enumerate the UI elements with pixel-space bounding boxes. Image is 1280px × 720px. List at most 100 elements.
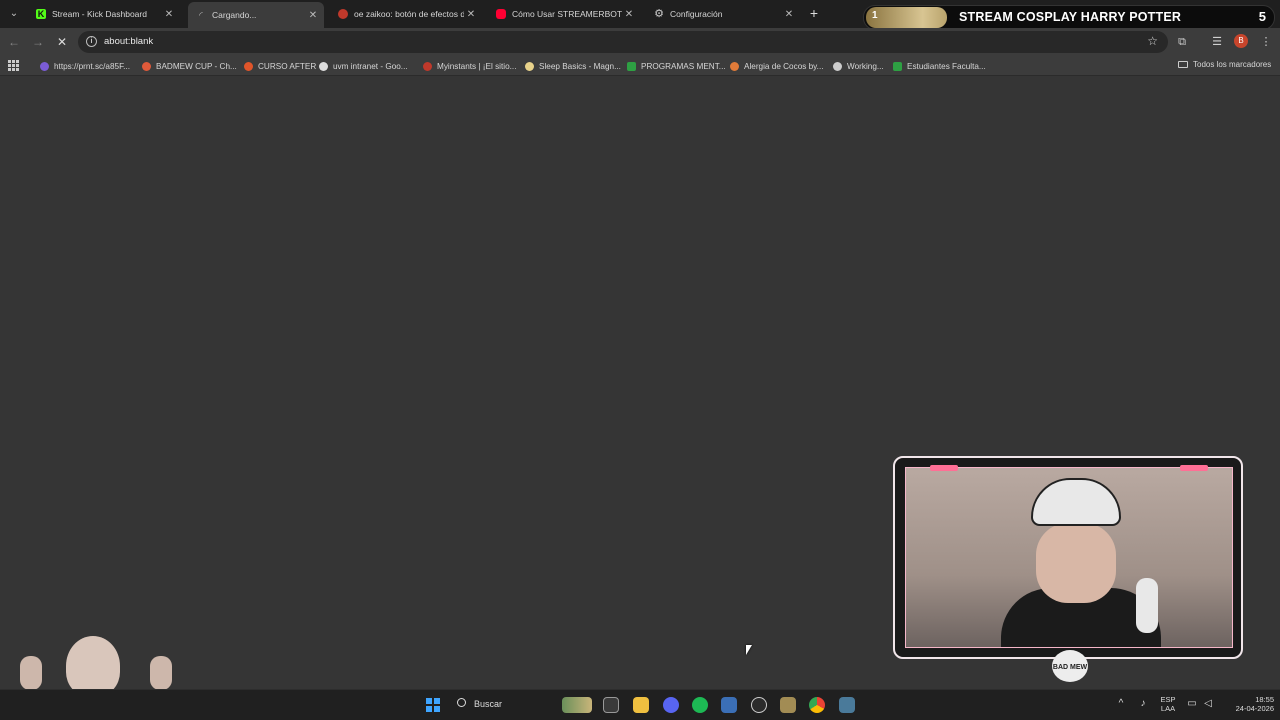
bookmark-item[interactable]: Estudiantes Faculta... <box>893 60 986 72</box>
banner-right-number: 5 <box>1258 9 1266 24</box>
bookmark-item[interactable]: https://prnt.sc/a85F... <box>40 60 130 72</box>
bookmark-favicon <box>244 61 253 71</box>
bookmark-label: https://prnt.sc/a85F... <box>54 61 130 71</box>
extensions-icon[interactable]: ⧉ <box>1174 34 1190 50</box>
bookmark-favicon <box>142 61 151 71</box>
bookmark-item[interactable]: PROGRAMAS MENT... <box>627 60 726 72</box>
meme-head <box>66 636 120 690</box>
obs-icon[interactable] <box>751 697 767 713</box>
webcam-feed <box>905 467 1233 648</box>
widgets-icon[interactable] <box>562 697 592 713</box>
microphone <box>1136 578 1158 633</box>
close-icon[interactable]: ✕ <box>782 9 796 20</box>
kick-icon: K <box>36 9 46 19</box>
mouse-cursor-icon <box>746 645 752 655</box>
discord-icon[interactable] <box>663 697 679 713</box>
bookmark-favicon <box>627 61 636 71</box>
tab-search-chevron-icon[interactable]: ⌄ <box>6 6 22 22</box>
tab-label: oe zaikoo: botón de efectos de <box>354 9 464 19</box>
close-icon[interactable]: ✕ <box>162 9 176 20</box>
back-arrow-icon[interactable]: ← <box>6 34 22 50</box>
network-icon[interactable]: ▭ <box>1186 698 1198 710</box>
gear-icon: ⚙ <box>654 8 664 20</box>
info-icon[interactable]: i <box>86 36 97 47</box>
file-explorer-icon[interactable] <box>633 697 649 713</box>
stream-title-banner: 1 STREAM COSPLAY HARRY POTTER 5 <box>863 5 1275 30</box>
tab-label: Cargando... <box>212 10 257 20</box>
bookmark-favicon <box>893 61 902 71</box>
taskbar-search-label: Buscar <box>474 699 503 709</box>
bookmark-favicon <box>833 61 842 71</box>
bookmark-item[interactable]: Myinstants | ¡El sitio... <box>423 60 516 72</box>
chrome-icon[interactable] <box>809 697 825 713</box>
clock-time: 18:55 <box>1255 695 1274 704</box>
bookmark-label: Alergia de Cocos by... <box>744 61 824 71</box>
webcam-decor-stripe <box>930 465 958 471</box>
bookmark-label: Working... <box>847 61 884 71</box>
bookmark-label: PROGRAMAS MENT... <box>641 61 726 71</box>
bookmark-label: Estudiantes Faculta... <box>907 61 986 71</box>
close-icon[interactable]: ✕ <box>622 9 636 20</box>
address-url[interactable]: about:blank <box>104 36 153 47</box>
tab-label: Stream - Kick Dashboard <box>52 9 147 19</box>
tray-chevron-icon[interactable]: ^ <box>1115 698 1127 710</box>
loading-icon: ◜ <box>199 10 203 20</box>
bookmark-item[interactable]: BADMEW CUP - Ch... <box>142 60 237 72</box>
clock[interactable]: 18:55 24-04-2026 <box>1222 695 1274 713</box>
taskbar-search[interactable]: Buscar <box>450 695 550 715</box>
stop-loading-icon[interactable]: ✕ <box>54 34 70 50</box>
menu-kebab-icon[interactable]: ⋮ <box>1258 34 1274 50</box>
bookmark-item[interactable]: Sleep Basics - Magn... <box>525 60 621 72</box>
tab-label: Configuración <box>670 9 723 19</box>
app-icon[interactable] <box>839 697 855 713</box>
tab-myinstants[interactable]: oe zaikoo: botón de efectos de ✕ <box>330 2 482 26</box>
close-icon[interactable]: ✕ <box>464 9 478 20</box>
all-bookmarks-label: Todos los marcadores <box>1193 60 1272 69</box>
new-tab-button[interactable]: + <box>806 5 822 21</box>
forward-arrow-icon[interactable]: → <box>30 34 46 50</box>
tab-label: Cómo Usar STREAMERBOT De <box>512 9 622 19</box>
volume-icon[interactable]: ◁ <box>1202 698 1214 710</box>
meme-hand-left <box>20 656 42 690</box>
address-bar[interactable]: i about:blank ☆ <box>78 31 1168 53</box>
language-indicator[interactable]: ESP LAA <box>1158 695 1178 713</box>
bookmark-item[interactable]: uvm intranet - Goo... <box>319 60 408 72</box>
microphone-icon[interactable]: ♪ <box>1137 698 1149 710</box>
folder-icon <box>1178 61 1188 69</box>
bookmark-item[interactable]: Alergia de Cocos by... <box>730 60 824 72</box>
myinstants-icon <box>338 9 348 19</box>
search-icon <box>457 698 466 707</box>
bookmark-label: BADMEW CUP - Ch... <box>156 61 237 71</box>
tab-youtube-streamerbot[interactable]: Cómo Usar STREAMERBOT De ✕ <box>488 2 640 26</box>
task-view-icon[interactable] <box>603 697 619 713</box>
streamerbot-icon[interactable] <box>721 697 737 713</box>
profile-avatar[interactable]: B <box>1234 34 1248 48</box>
bookmark-favicon <box>730 61 739 71</box>
youtube-icon <box>496 9 506 19</box>
bookmark-star-icon[interactable]: ☆ <box>1147 34 1158 48</box>
all-bookmarks-folder[interactable]: Todos los marcadores <box>1178 60 1271 69</box>
badmew-logo-text: BAD MEW <box>1052 664 1088 671</box>
tab-kick-dashboard[interactable]: K Stream - Kick Dashboard ✕ <box>28 2 180 26</box>
streamer-face <box>1036 523 1116 603</box>
apps-grid-icon[interactable] <box>8 60 19 71</box>
tab-settings[interactable]: ⚙ Configuración ✕ <box>646 2 800 26</box>
keyboard-layout: LAA <box>1160 704 1176 713</box>
tab-loading[interactable]: ◜ Cargando... ✕ <box>188 2 324 28</box>
banner-number: 1 <box>872 10 878 21</box>
media-queue-icon[interactable]: ☰ <box>1209 34 1225 50</box>
windows-start-icon[interactable] <box>426 698 440 712</box>
bookmark-label: Sleep Basics - Magn... <box>539 61 621 71</box>
bookmarks-bar: https://prnt.sc/a85F... BADMEW CUP - Ch.… <box>0 56 1280 76</box>
profile-initial: B <box>1238 36 1244 45</box>
windows-taskbar: Buscar ^ ♪ ESP LAA ▭ ◁ 18:55 24-04-2026 <box>0 689 1280 720</box>
browser-toolbar: ← → ✕ i about:blank ☆ ⧉ ☰ ⋮ <box>0 28 1280 56</box>
badmew-logo: BAD MEW <box>1052 650 1088 682</box>
webcam-decor-stripe <box>1180 465 1208 471</box>
league-icon[interactable] <box>780 697 796 713</box>
bookmark-favicon <box>423 61 432 71</box>
close-icon[interactable]: ✕ <box>306 10 320 21</box>
spotify-icon[interactable] <box>692 697 708 713</box>
bookmark-item[interactable]: CURSO AFTER <box>244 60 316 72</box>
bookmark-item[interactable]: Working... <box>833 60 884 72</box>
